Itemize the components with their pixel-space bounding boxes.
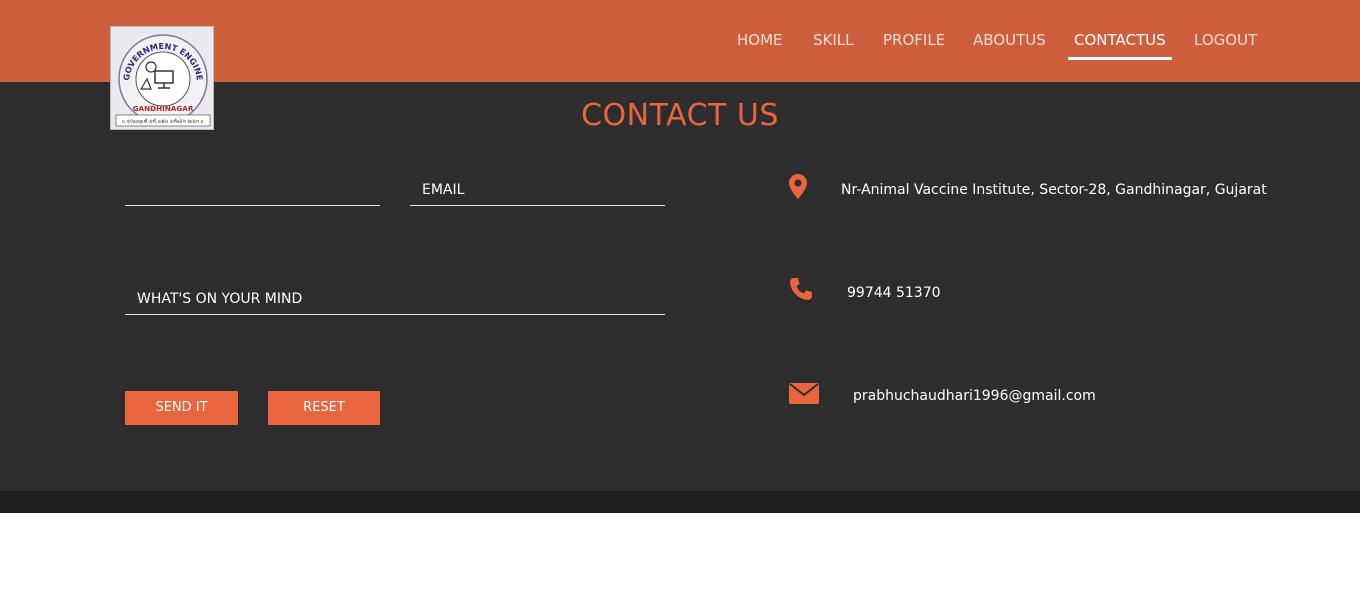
- nav-profile[interactable]: PROFILE: [883, 31, 945, 51]
- map-marker-icon: [789, 174, 807, 199]
- logo-city: GANDHINAGAR: [133, 104, 194, 113]
- college-logo[interactable]: GOVERNMENT ENGINEERING COLLEGE GANDHINAG…: [110, 26, 214, 130]
- phone-icon: [790, 278, 812, 300]
- nav-home[interactable]: HOME: [737, 31, 783, 51]
- email-text[interactable]: prabhuchaudhari1996@gmail.com: [853, 388, 1096, 404]
- phone-text: 99744 51370: [847, 285, 941, 301]
- email-input[interactable]: [410, 174, 665, 206]
- address-text: Nr-Animal Vaccine Institute, Sector-28, …: [841, 182, 1267, 198]
- reset-button[interactable]: RESET: [268, 391, 380, 425]
- nav-active-indicator: [1068, 57, 1172, 60]
- college-seal-icon: GOVERNMENT ENGINEERING COLLEGE GANDHINAG…: [111, 27, 211, 127]
- nav-skill[interactable]: SKILL: [813, 31, 854, 51]
- message-input[interactable]: [125, 283, 665, 315]
- envelope-icon: [789, 383, 819, 404]
- nav-aboutus[interactable]: ABOUTUS: [973, 31, 1046, 51]
- send-button[interactable]: SEND IT: [125, 391, 238, 425]
- nav-logout[interactable]: LOGOUT: [1194, 31, 1257, 51]
- name-input[interactable]: [125, 174, 380, 206]
- logo-motto: ॥ કલ્યાણાર્થ કર્મ યશ્ચ કર્મયોગ સાધન ॥: [122, 118, 204, 125]
- footer-band: [0, 491, 1360, 513]
- nav-contactus[interactable]: CONTACTUS: [1074, 31, 1166, 51]
